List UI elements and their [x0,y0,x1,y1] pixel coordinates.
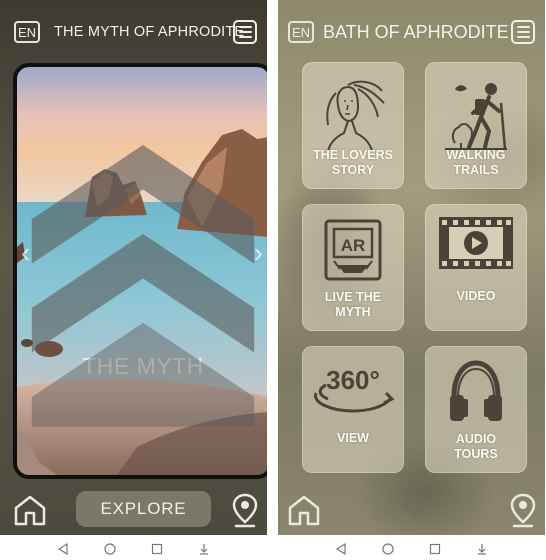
back-icon[interactable] [57,542,69,555]
film-play-icon [439,217,513,269]
tile-video[interactable]: VIDEO [425,204,527,331]
myth-screen: EN THE MYTH OF APHRODITE ‹ › EXPLORE [0,0,267,535]
swipe-down-icon[interactable] [401,486,427,520]
explore-button[interactable]: EXPLORE [76,491,211,527]
top-bar: EN THE MYTH OF APHRODITE [0,16,267,48]
back-icon[interactable] [335,542,347,555]
page-title: THE MYTH OF APHRODITE [54,24,245,40]
home-circle-icon[interactable] [382,542,394,555]
hiker-icon [445,83,507,150]
bath-screen: EN BATH OF APHRODITE THE LOVERS STORY WA… [278,0,545,535]
system-nav-bar [278,537,545,560]
tile-label: AUDIO TOURS [454,432,498,461]
page-title: BATH OF APHRODITE [323,21,509,42]
tile-live-the-myth[interactable]: AR LIVE THE MYTH [302,204,404,331]
svg-text:AR: AR [341,236,366,255]
recents-icon[interactable] [151,543,163,555]
notification-pull-icon[interactable] [476,543,488,555]
tile-label: THE LOVERS STORY [313,148,393,177]
location-pin-icon[interactable] [509,492,537,530]
ar-phone-icon: AR [324,219,382,281]
tile-label: WALKING TRAILS [446,148,506,177]
tile-label: LIVE THE MYTH [324,290,382,319]
tile-walking-trails[interactable]: WALKING TRAILS [425,62,527,189]
menu-button[interactable] [511,20,535,44]
myth-card[interactable]: ‹ › THE MYTH [13,63,267,479]
home-icon[interactable] [286,494,322,526]
tile-lovers-story[interactable]: THE LOVERS STORY [302,62,404,189]
headphones-icon [450,360,502,421]
tile-label: VIEW [337,431,369,445]
tile-audio-tours[interactable]: AUDIO TOURS [425,346,527,473]
tile-360-view[interactable]: 360° VIEW [302,346,404,473]
tile-label: VIDEO [456,289,496,303]
system-nav-bar [0,537,267,560]
language-button[interactable]: EN [14,21,40,43]
bottom-bar [278,486,545,534]
location-pin-icon[interactable] [231,492,259,530]
language-button[interactable]: EN [288,21,314,43]
top-bar: EN BATH OF APHRODITE [278,16,545,48]
home-circle-icon[interactable] [104,542,116,555]
venus-portrait-icon [326,80,385,151]
recents-icon[interactable] [429,543,441,555]
menu-button[interactable] [233,20,257,44]
notification-pull-icon[interactable] [198,543,210,555]
360-icon: 360° [314,365,395,413]
bottom-bar: EXPLORE [0,486,267,534]
swipe-up-icon[interactable] [17,67,267,475]
home-icon[interactable] [12,494,48,526]
svg-text:360°: 360° [326,365,380,395]
